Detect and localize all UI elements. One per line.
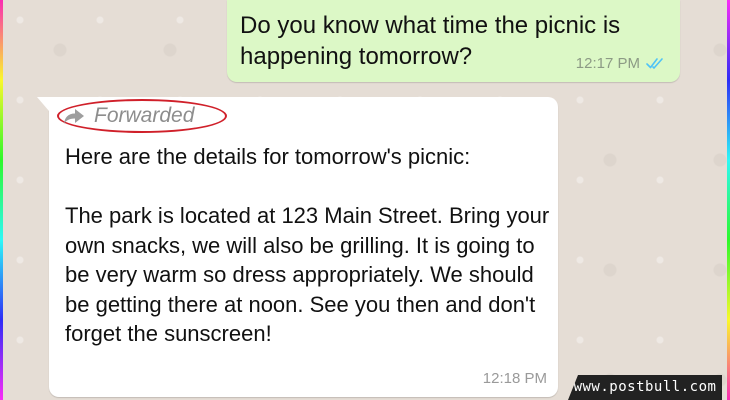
watermark: www.postbull.com	[568, 375, 722, 400]
outgoing-message-meta: 12:17 PM	[576, 55, 666, 72]
outgoing-message-time: 12:17 PM	[575, 55, 640, 72]
forward-arrow-icon	[62, 107, 86, 125]
forwarded-indicator: Forwarded	[62, 101, 194, 131]
chat-background: Do you know what time the picnic is happ…	[0, 0, 730, 400]
outgoing-message-bubble[interactable]: Do you know what time the picnic is happ…	[227, 0, 680, 82]
incoming-message-bubble[interactable]: Forwarded Here are the details for tomor…	[37, 97, 558, 397]
double-check-read-icon	[646, 57, 666, 70]
incoming-message-text: Here are the details for tomorrow's picn…	[65, 144, 550, 346]
left-edge-line	[0, 0, 3, 400]
incoming-message-time: 12:18 PM	[482, 370, 547, 387]
forwarded-label: Forwarded	[94, 104, 195, 127]
